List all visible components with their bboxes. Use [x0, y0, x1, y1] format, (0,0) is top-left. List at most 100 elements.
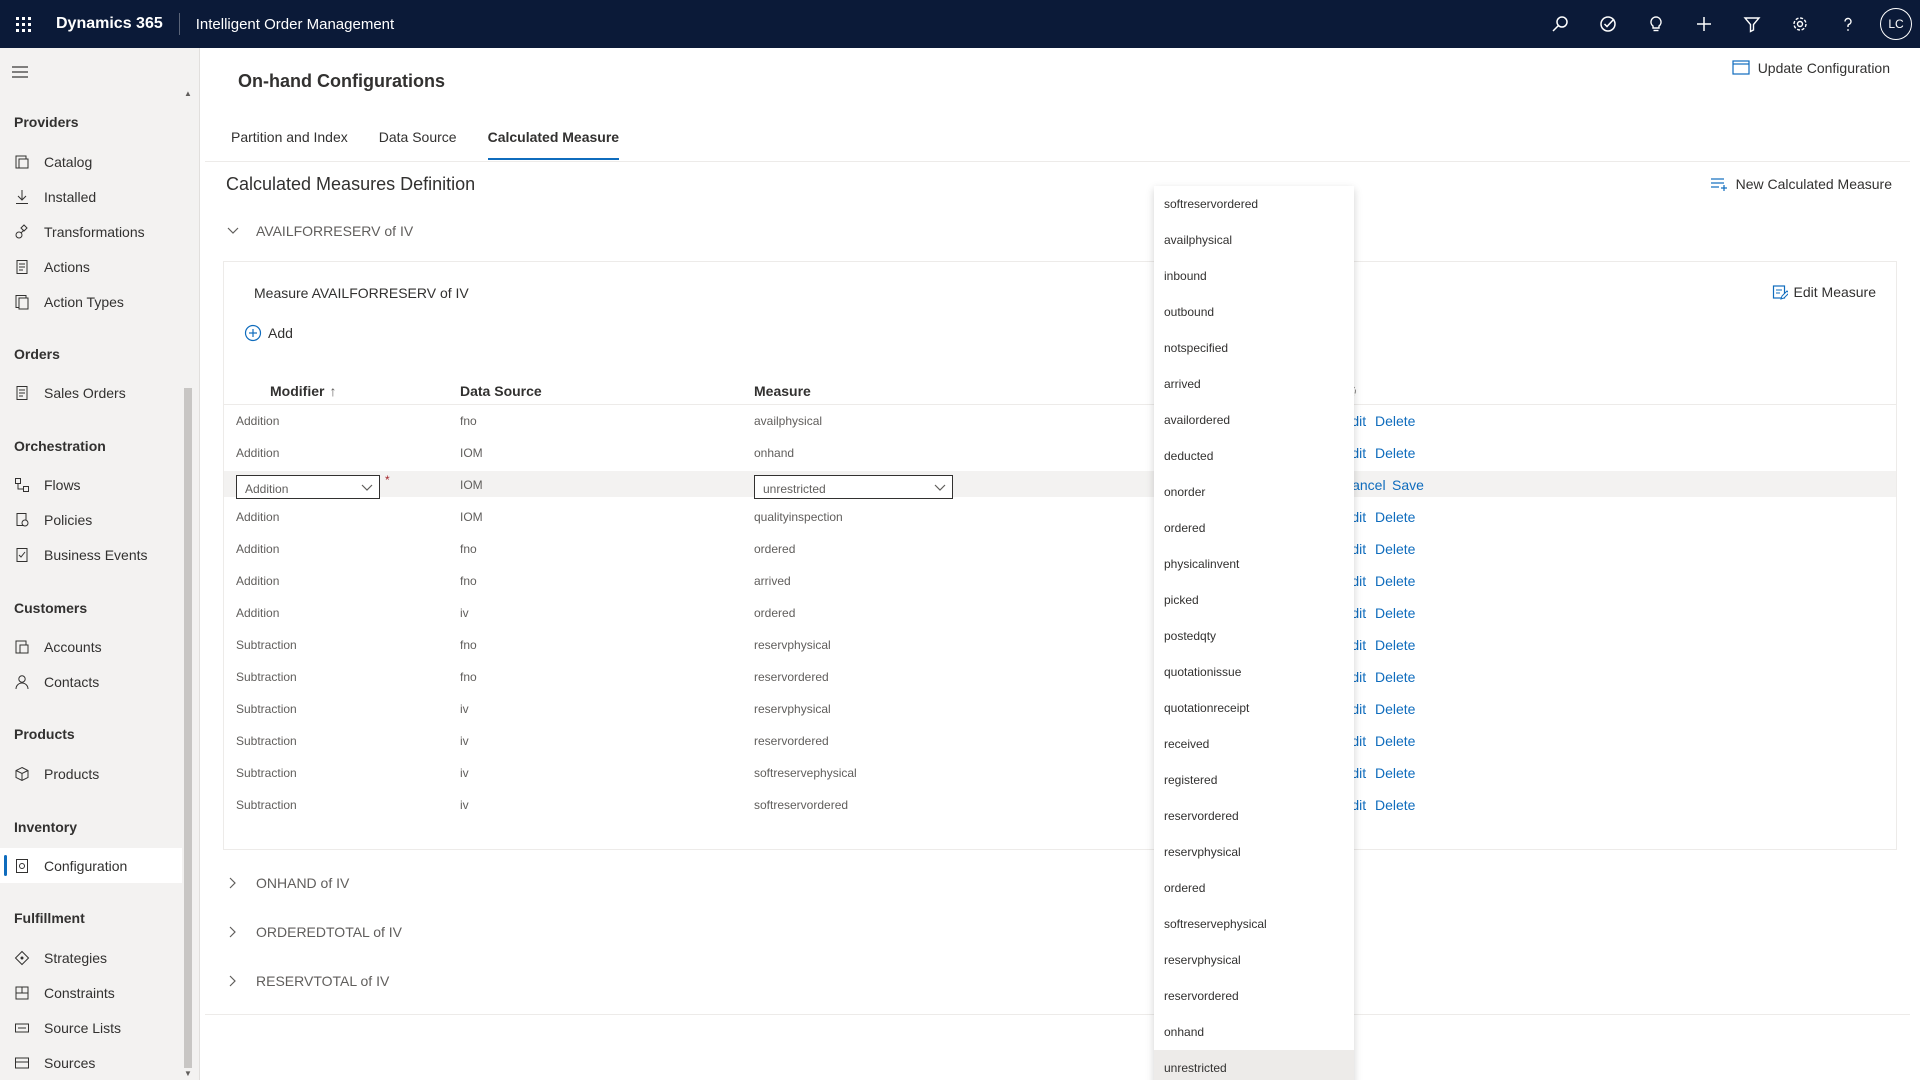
sidebar-item-contacts[interactable]: Contacts [0, 664, 182, 699]
dropdown-option[interactable]: unrestricted [1154, 1050, 1354, 1080]
table-row[interactable]: Subtraction iv softreservordered Edit Delete [224, 791, 1896, 817]
sidebar-item-policies[interactable]: Policies [0, 502, 182, 537]
dropdown-option[interactable]: inbound [1154, 258, 1354, 294]
delete-link[interactable]: Delete [1375, 637, 1415, 653]
table-row[interactable]: Addition fno ordered Edit Delete [224, 535, 1896, 561]
user-avatar[interactable]: LC [1880, 8, 1912, 40]
scroll-up-icon[interactable]: ▲ [184, 90, 192, 98]
dropdown-option[interactable]: softreservephysical [1154, 906, 1354, 942]
delete-link[interactable]: Delete [1375, 541, 1415, 557]
dropdown-option[interactable]: deducted [1154, 438, 1354, 474]
delete-link[interactable]: Delete [1375, 733, 1415, 749]
dropdown-option[interactable]: onhand [1154, 1014, 1354, 1050]
table-row[interactable]: Subtraction fno reservphysical Edit Delete [224, 631, 1896, 657]
sidebar-item-transformations[interactable]: Transformations [0, 214, 182, 249]
tab-calculated-measure[interactable]: Calculated Measure [487, 126, 620, 160]
group-reservtotal[interactable]: RESERVTOTAL of IV [226, 969, 389, 993]
sidebar-item-sources[interactable]: Sources [0, 1045, 182, 1080]
dropdown-option[interactable]: physicalinvent [1154, 546, 1354, 582]
dropdown-option[interactable]: picked [1154, 582, 1354, 618]
dropdown-option[interactable]: onorder [1154, 474, 1354, 510]
table-row[interactable]: Addition IOM onhand Edit Delete [224, 439, 1896, 465]
add-button[interactable]: Add [244, 324, 293, 342]
dropdown-option[interactable]: reservordered [1154, 978, 1354, 1014]
delete-link[interactable]: Delete [1375, 605, 1415, 621]
measure-dropdown-list[interactable]: softreservordered availphysical inbound out… [1154, 186, 1354, 1080]
table-row[interactable]: Subtraction iv softreservephysical Edit Dele… [224, 759, 1896, 785]
sidebar-item-configuration[interactable]: Configuration [0, 848, 182, 883]
group-onhand[interactable]: ONHAND of IV [226, 871, 349, 895]
table-row[interactable]: Subtraction iv reservordered Edit Delete [224, 727, 1896, 753]
new-calculated-measure-button[interactable]: New Calculated Measure [1710, 176, 1892, 192]
table-row[interactable]: Subtraction fno reservordered Edit Delete [224, 663, 1896, 689]
sidebar-item-constraints[interactable]: Constraints [0, 975, 182, 1010]
dropdown-option[interactable]: ordered [1154, 510, 1354, 546]
chevron-right-icon[interactable] [226, 926, 240, 938]
delete-link[interactable]: Delete [1375, 701, 1415, 717]
delete-link[interactable]: Delete [1375, 765, 1415, 781]
delete-link[interactable]: Delete [1375, 413, 1415, 429]
app-name[interactable]: Intelligent Order Management [180, 16, 394, 33]
chevron-down-icon[interactable] [226, 227, 240, 235]
filter-icon[interactable] [1728, 0, 1776, 48]
hamburger-menu-icon[interactable] [12, 65, 32, 79]
edit-measure-button[interactable]: Edit Measure [1772, 284, 1876, 300]
sidebar-item-sales-orders[interactable]: Sales Orders [0, 375, 182, 410]
dropdown-option[interactable]: registered [1154, 762, 1354, 798]
delete-link[interactable]: Delete [1375, 669, 1415, 685]
sidebar-item-products[interactable]: Products [0, 756, 182, 791]
group-orderedtotal[interactable]: ORDEREDTOTAL of IV [226, 920, 402, 944]
tab-partition-and-index[interactable]: Partition and Index [231, 126, 348, 160]
sidebar-item-business-events[interactable]: Business Events [0, 537, 182, 572]
search-icon[interactable] [1536, 0, 1584, 48]
lightbulb-icon[interactable] [1632, 0, 1680, 48]
sidebar-scrollbar[interactable]: ▲ ▼ [182, 88, 194, 1080]
sidebar-item-strategies[interactable]: Strategies [0, 940, 182, 975]
scrollbar-thumb[interactable] [184, 388, 192, 1068]
dropdown-option[interactable]: postedqty [1154, 618, 1354, 654]
group-availforreserv[interactable]: AVAILFORRESERV of IV [226, 219, 413, 243]
sidebar-item-actions[interactable]: Actions [0, 249, 182, 284]
dropdown-option[interactable]: availphysical [1154, 222, 1354, 258]
update-configuration-button[interactable]: Update Configuration [1732, 60, 1890, 76]
sidebar-item-installed[interactable]: Installed [0, 179, 182, 214]
save-link[interactable]: Save [1392, 477, 1424, 493]
help-icon[interactable] [1824, 0, 1872, 48]
sidebar-item-accounts[interactable]: Accounts [0, 629, 182, 664]
modifier-select[interactable]: Addition [236, 475, 380, 499]
chevron-right-icon[interactable] [226, 975, 240, 987]
sidebar-item-action-types[interactable]: Action Types [0, 284, 182, 319]
delete-link[interactable]: Delete [1375, 797, 1415, 813]
dropdown-option[interactable]: reservordered [1154, 798, 1354, 834]
column-header-modifier[interactable]: Modifier ↑ [270, 383, 336, 399]
dropdown-option[interactable]: quotationreceipt [1154, 690, 1354, 726]
scroll-down-icon[interactable]: ▼ [184, 1070, 192, 1078]
sidebar-item-source-lists[interactable]: Source Lists [0, 1010, 182, 1045]
table-row-editing[interactable]: Addition * IOM unrestricted Cancel Save [224, 471, 1896, 499]
dropdown-option[interactable]: outbound [1154, 294, 1354, 330]
table-row[interactable]: Addition fno availphysical Edit Delete [224, 407, 1896, 433]
settings-icon[interactable] [1776, 0, 1824, 48]
table-row[interactable]: Subtraction iv reservphysical Edit Delete [224, 695, 1896, 721]
dropdown-option[interactable]: reservphysical [1154, 942, 1354, 978]
delete-link[interactable]: Delete [1375, 509, 1415, 525]
column-header-measure[interactable]: Measure [754, 383, 811, 399]
delete-link[interactable]: Delete [1375, 445, 1415, 461]
dropdown-option[interactable]: received [1154, 726, 1354, 762]
plus-icon[interactable] [1680, 0, 1728, 48]
dropdown-option[interactable]: notspecified [1154, 330, 1354, 366]
dropdown-option[interactable]: softreservordered [1154, 186, 1354, 222]
dropdown-option[interactable]: arrived [1154, 366, 1354, 402]
measure-select[interactable]: unrestricted [754, 475, 953, 499]
dropdown-option[interactable]: reservphysical [1154, 834, 1354, 870]
chevron-right-icon[interactable] [226, 877, 240, 889]
delete-link[interactable]: Delete [1375, 573, 1415, 589]
dropdown-option[interactable]: quotationissue [1154, 654, 1354, 690]
sidebar-item-catalog[interactable]: Catalog [0, 144, 182, 179]
table-row[interactable]: Addition fno arrived Edit Delete [224, 567, 1896, 593]
app-launcher-icon[interactable] [0, 0, 46, 48]
table-row[interactable]: Addition iv ordered Edit Delete [224, 599, 1896, 625]
dropdown-option[interactable]: availordered [1154, 402, 1354, 438]
sidebar-item-flows[interactable]: Flows [0, 467, 182, 502]
table-row[interactable]: Addition IOM qualityinspection Edit Delete [224, 503, 1896, 529]
